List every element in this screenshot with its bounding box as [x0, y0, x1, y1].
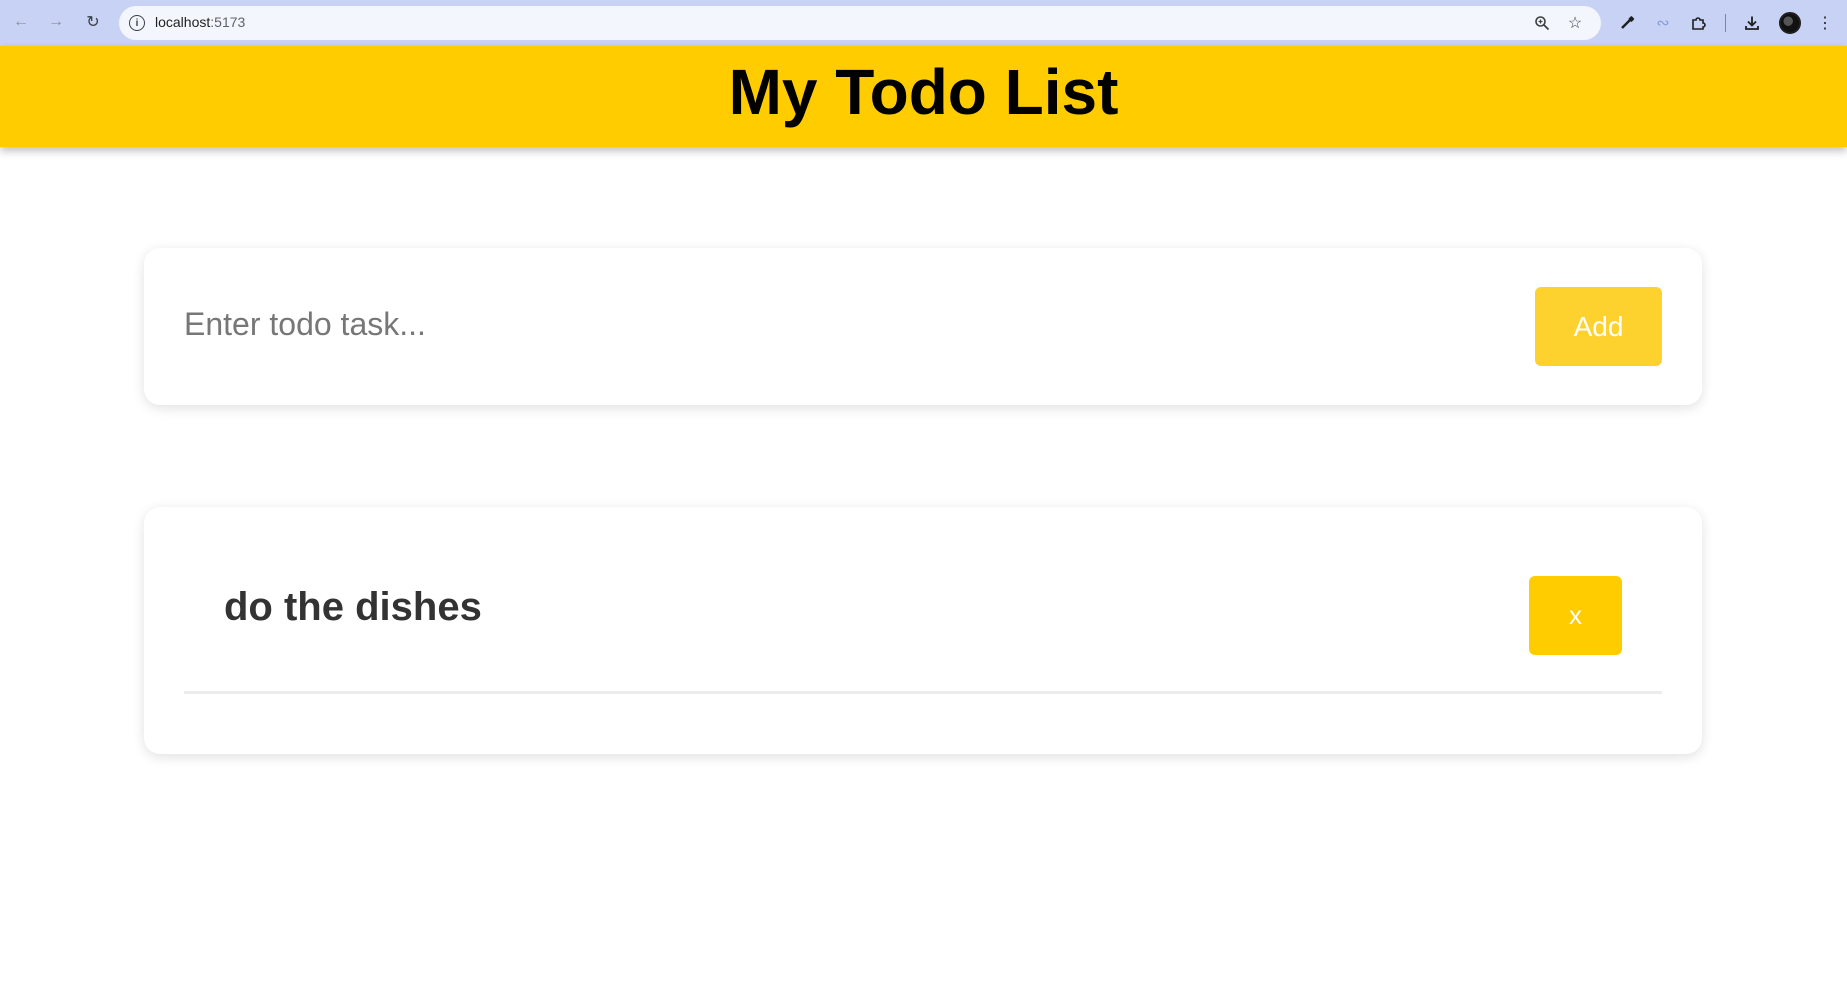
todo-list-card: do the dishes x [144, 507, 1702, 754]
todo-item: do the dishes x [184, 507, 1662, 694]
eyedropper-icon[interactable] [1616, 12, 1638, 34]
bookmark-star-icon[interactable]: ☆ [1565, 13, 1585, 33]
address-bar[interactable]: i localhost:5173 ☆ [119, 6, 1601, 40]
todo-input[interactable] [184, 288, 1664, 360]
toolbar-separator [1725, 14, 1726, 32]
zoom-icon[interactable] [1532, 13, 1552, 33]
translate-extension-icon[interactable]: ∾ [1652, 12, 1674, 34]
add-button[interactable]: Add [1535, 287, 1662, 366]
todo-item-text: do the dishes [224, 585, 482, 629]
site-info-icon[interactable]: i [129, 15, 145, 31]
url-port: :5173 [210, 14, 246, 30]
menu-kebab-icon[interactable]: ⋮ [1814, 12, 1836, 34]
download-icon[interactable] [1741, 12, 1763, 34]
url-host: localhost [155, 14, 211, 30]
address-url[interactable]: localhost:5173 [155, 14, 245, 30]
extensions-icon[interactable] [1688, 12, 1710, 34]
delete-todo-button[interactable]: x [1529, 576, 1622, 655]
back-icon[interactable]: ← [10, 11, 32, 33]
todo-form-card: Add [144, 248, 1702, 405]
profile-avatar-icon[interactable] [1779, 12, 1801, 34]
reload-icon[interactable]: ↻ [82, 11, 104, 33]
browser-toolbar: ← → ↻ i localhost:5173 ☆ ∾ ⋮ [0, 0, 1847, 46]
forward-icon[interactable]: → [45, 11, 67, 33]
app-header: My Todo List [0, 46, 1847, 147]
page-title: My Todo List [728, 55, 1119, 128]
